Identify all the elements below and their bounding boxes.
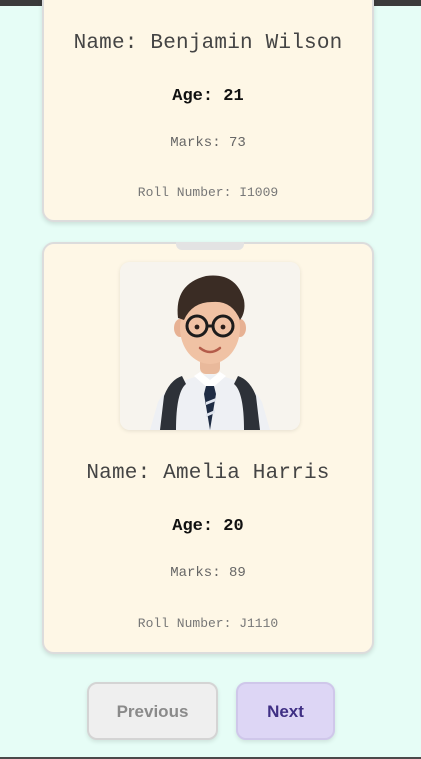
student-card: Name: Benjamin Wilson Age: 21 Marks: 73 …	[42, 0, 374, 222]
student-card: Name: Amelia Harris Age: 20 Marks: 89 Ro…	[42, 242, 374, 654]
student-name: Name: Amelia Harris	[86, 462, 330, 485]
next-button[interactable]: Next	[236, 682, 335, 740]
previous-button[interactable]: Previous	[87, 682, 218, 740]
student-marks: Marks: 73	[170, 135, 246, 151]
student-photo-icon	[120, 262, 300, 430]
student-age: Age: 20	[172, 517, 244, 536]
student-photo	[120, 262, 300, 430]
card-tab-handle	[176, 242, 244, 250]
student-roll-number: Roll Number: I1009	[137, 185, 279, 200]
student-marks: Marks: 89	[170, 565, 246, 581]
student-roll-number: Roll Number: J1110	[137, 616, 279, 631]
student-age: Age: 21	[172, 87, 244, 106]
student-name: Name: Benjamin Wilson	[73, 32, 343, 55]
